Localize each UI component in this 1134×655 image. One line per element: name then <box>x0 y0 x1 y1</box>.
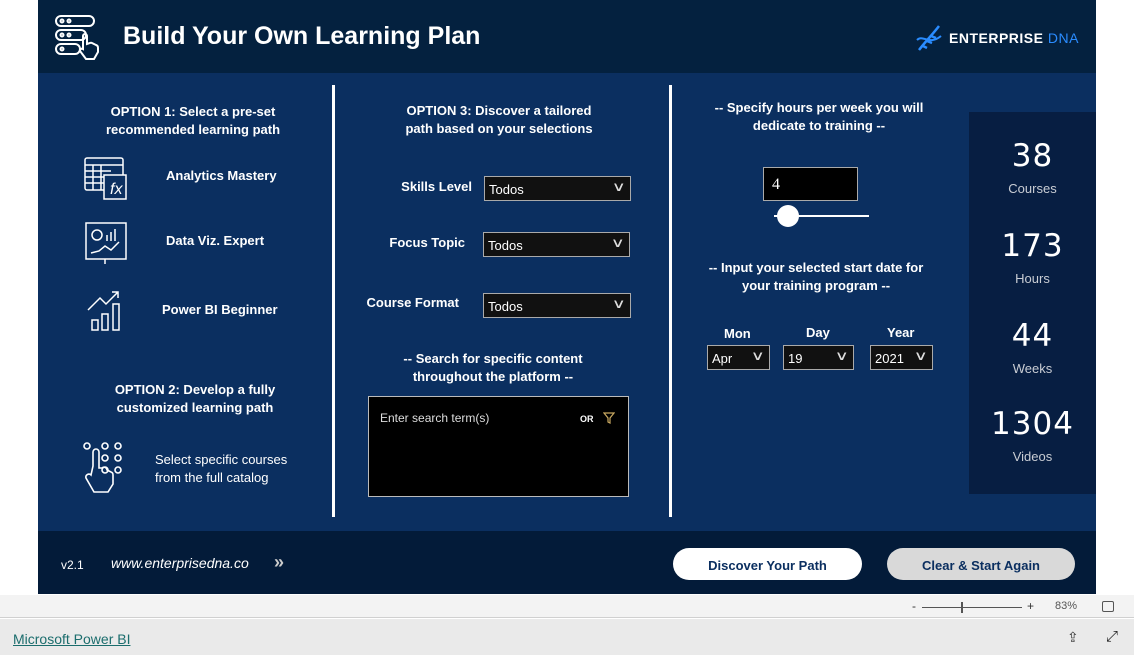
hours-title: -- Specify hours per week you will dedica… <box>714 100 924 133</box>
learning-plan-icon <box>55 15 99 60</box>
catalog-text: Select specific courses <box>155 452 288 467</box>
hours-count: 173 <box>1001 228 1064 264</box>
videos-label: Videos <box>1012 449 1053 464</box>
hours-input[interactable]: 4 <box>763 167 858 201</box>
month-label: Mon <box>724 326 751 341</box>
path-label: Data Viz. Expert <box>166 233 265 248</box>
website-link[interactable]: www.enterprisedna.co <box>111 555 249 571</box>
discover-path-button[interactable]: Discover Your Path <box>673 548 862 580</box>
dropdown-value: Todos <box>488 238 523 253</box>
version-label: v2.1 <box>61 558 84 572</box>
focus-topic-dropdown[interactable]: Todos ∨ <box>483 232 630 257</box>
logo-text: ENTERPRISE <box>949 30 1044 46</box>
fullscreen-icon[interactable]: ⤢ <box>1106 628 1118 645</box>
path-power-bi-beginner[interactable]: Power BI Beginner <box>80 287 290 333</box>
day-label: Day <box>806 325 830 340</box>
dropdown-value: Apr <box>712 351 733 366</box>
spreadsheet-fx-icon: fx <box>84 157 127 200</box>
hours-label: Hours <box>1015 271 1050 286</box>
path-label: Power BI Beginner <box>162 302 278 317</box>
zoom-out-button[interactable]: - <box>912 599 916 613</box>
filter-icon[interactable] <box>603 412 615 424</box>
hours-slider[interactable] <box>774 205 869 227</box>
column-divider <box>332 85 335 517</box>
dropdown-value: 2021 <box>875 351 904 366</box>
courses-count: 38 <box>1011 138 1054 174</box>
path-label: Analytics Mastery <box>166 168 277 183</box>
month-dropdown[interactable]: Apr ∨ <box>707 345 770 370</box>
chevron-down-icon: ∨ <box>612 179 627 194</box>
search-input[interactable]: Enter search term(s) <box>380 411 489 425</box>
search-box[interactable]: Enter search term(s) OR <box>368 396 629 497</box>
year-dropdown[interactable]: 2021 ∨ <box>870 345 933 370</box>
day-dropdown[interactable]: 19 ∨ <box>783 345 854 370</box>
zoom-in-button[interactable]: + <box>1027 599 1034 613</box>
dropdown-value: Todos <box>488 299 523 314</box>
path-analytics-mastery[interactable]: fx Analytics Mastery <box>80 155 290 201</box>
column-divider <box>669 85 672 517</box>
chevron-down-icon: ∨ <box>751 348 766 363</box>
chevron-down-icon: ∨ <box>612 296 627 311</box>
enterprise-dna-logo: ENTERPRISE DNA <box>915 24 1079 52</box>
custom-catalog-link[interactable]: Select specific courses from the full cat… <box>78 438 298 500</box>
weeks-count: 44 <box>1011 318 1054 354</box>
chevron-down-icon: ∨ <box>611 235 626 250</box>
skills-level-dropdown[interactable]: Todos ∨ <box>484 176 631 201</box>
clear-start-again-button[interactable]: Clear & Start Again <box>887 548 1075 580</box>
path-data-viz-expert[interactable]: Data Viz. Expert <box>80 220 290 266</box>
chevron-down-icon: ∨ <box>835 348 850 363</box>
courses-label: Courses <box>1008 181 1057 196</box>
share-icon[interactable]: ⇪ <box>1067 629 1079 646</box>
chevron-down-icon: ∨ <box>914 348 929 363</box>
weeks-label: Weeks <box>1012 361 1053 376</box>
logo-accent: DNA <box>1047 30 1079 46</box>
growth-chart-icon <box>87 291 120 331</box>
option1-title: OPTION 1: Select a pre-set recommended le… <box>105 104 281 137</box>
videos-count: 1304 <box>991 406 1074 442</box>
search-title: -- Search for specific content throughout… <box>403 351 583 384</box>
search-mode-toggle[interactable]: OR <box>580 414 594 424</box>
course-format-label: Course Format <box>366 295 459 310</box>
catalog-text: from the full catalog <box>155 470 269 485</box>
power-bi-link[interactable]: Microsoft Power BI <box>13 631 130 647</box>
hand-keypad-icon <box>83 442 122 493</box>
focus-topic-label: Focus Topic <box>389 235 465 250</box>
fit-to-page-icon[interactable] <box>1102 601 1114 612</box>
dropdown-value: Todos <box>489 182 524 197</box>
svg-text:fx: fx <box>110 181 123 198</box>
skills-level-label: Skills Level <box>401 179 472 194</box>
presentation-chart-icon <box>85 222 127 264</box>
zoom-level: 83% <box>1055 600 1078 612</box>
zoom-slider-handle[interactable] <box>961 602 963 613</box>
year-label: Year <box>887 325 915 340</box>
option2-title: OPTION 2: Develop a fully customized lear… <box>114 382 276 415</box>
dna-icon <box>916 25 942 51</box>
bottom-bar <box>0 619 1134 655</box>
start-date-title: -- Input your selected start date for you… <box>708 260 924 293</box>
dropdown-value: 19 <box>788 351 803 366</box>
double-chevron-right-icon[interactable]: » <box>274 552 284 573</box>
zoom-slider[interactable] <box>922 602 1022 613</box>
page-title: Build Your Own Learning Plan <box>123 22 481 50</box>
option3-title: OPTION 3: Discover a tailored path based … <box>405 103 593 136</box>
course-format-dropdown[interactable]: Todos ∨ <box>483 293 631 318</box>
